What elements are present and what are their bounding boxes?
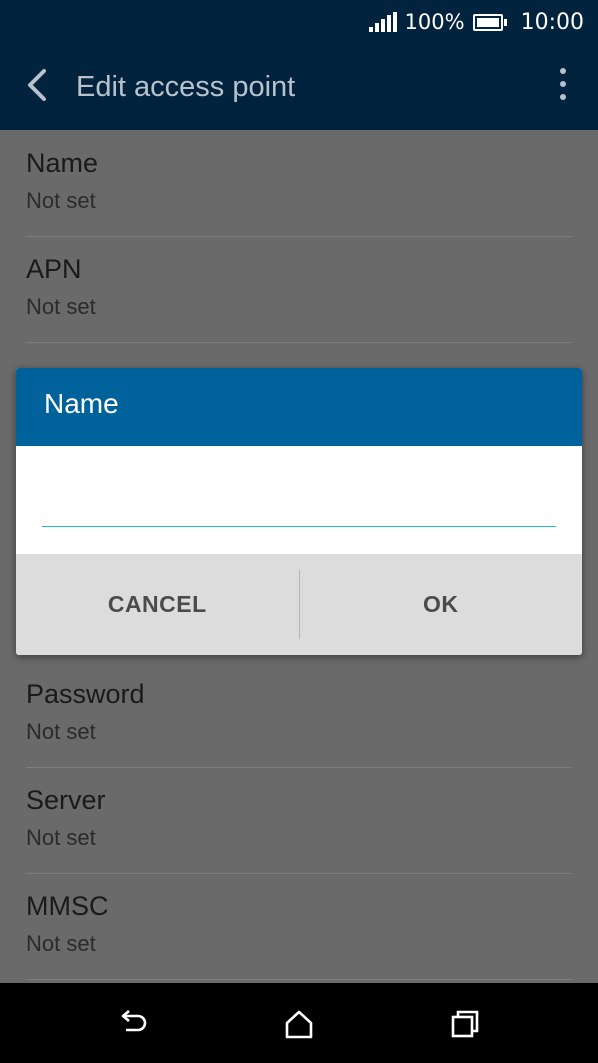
setting-title: Password xyxy=(26,679,145,709)
setting-title: Name xyxy=(26,148,99,178)
setting-value: Not set xyxy=(26,931,96,956)
setting-item-server[interactable]: Server Not set xyxy=(26,767,572,874)
ok-button[interactable]: OK xyxy=(300,554,583,655)
setting-item-mmsc[interactable]: MMSC Not set xyxy=(26,873,572,980)
clock: 10:00 xyxy=(520,9,584,35)
setting-value: Not set xyxy=(26,294,96,319)
status-bar: 100% 10:00 xyxy=(0,0,598,44)
dialog-buttons: CANCEL OK xyxy=(16,554,582,655)
app-bar: Edit access point xyxy=(0,44,598,130)
setting-value: Not set xyxy=(26,719,96,744)
page-title: Edit access point xyxy=(76,71,296,103)
navigation-bar xyxy=(0,983,598,1063)
dialog-title: Name xyxy=(44,388,119,419)
setting-value: Not set xyxy=(26,825,96,850)
setting-title: MMSC xyxy=(26,891,109,921)
setting-title: Server xyxy=(26,785,106,815)
signal-icon xyxy=(368,12,397,32)
battery-percent: 100% xyxy=(404,10,465,34)
back-icon[interactable] xyxy=(116,1007,150,1041)
recents-icon[interactable] xyxy=(448,1007,482,1041)
name-input[interactable] xyxy=(42,492,556,527)
setting-item-apn[interactable]: APN Not set xyxy=(26,236,572,343)
setting-item-name[interactable]: Name Not set xyxy=(26,130,572,237)
more-vert-icon[interactable] xyxy=(558,68,568,106)
setting-title: APN xyxy=(26,254,82,284)
back-arrow-icon[interactable] xyxy=(22,68,56,102)
home-icon[interactable] xyxy=(282,1007,316,1041)
cancel-button[interactable]: CANCEL xyxy=(16,554,299,655)
setting-item-password[interactable]: Password Not set xyxy=(26,661,572,768)
dialog-body xyxy=(16,446,582,554)
setting-value: Not set xyxy=(26,188,96,213)
dialog-header: Name xyxy=(16,368,582,446)
name-dialog: Name CANCEL OK xyxy=(16,368,582,655)
battery-icon xyxy=(472,13,507,31)
status-right: 100% 10:00 xyxy=(368,0,584,44)
